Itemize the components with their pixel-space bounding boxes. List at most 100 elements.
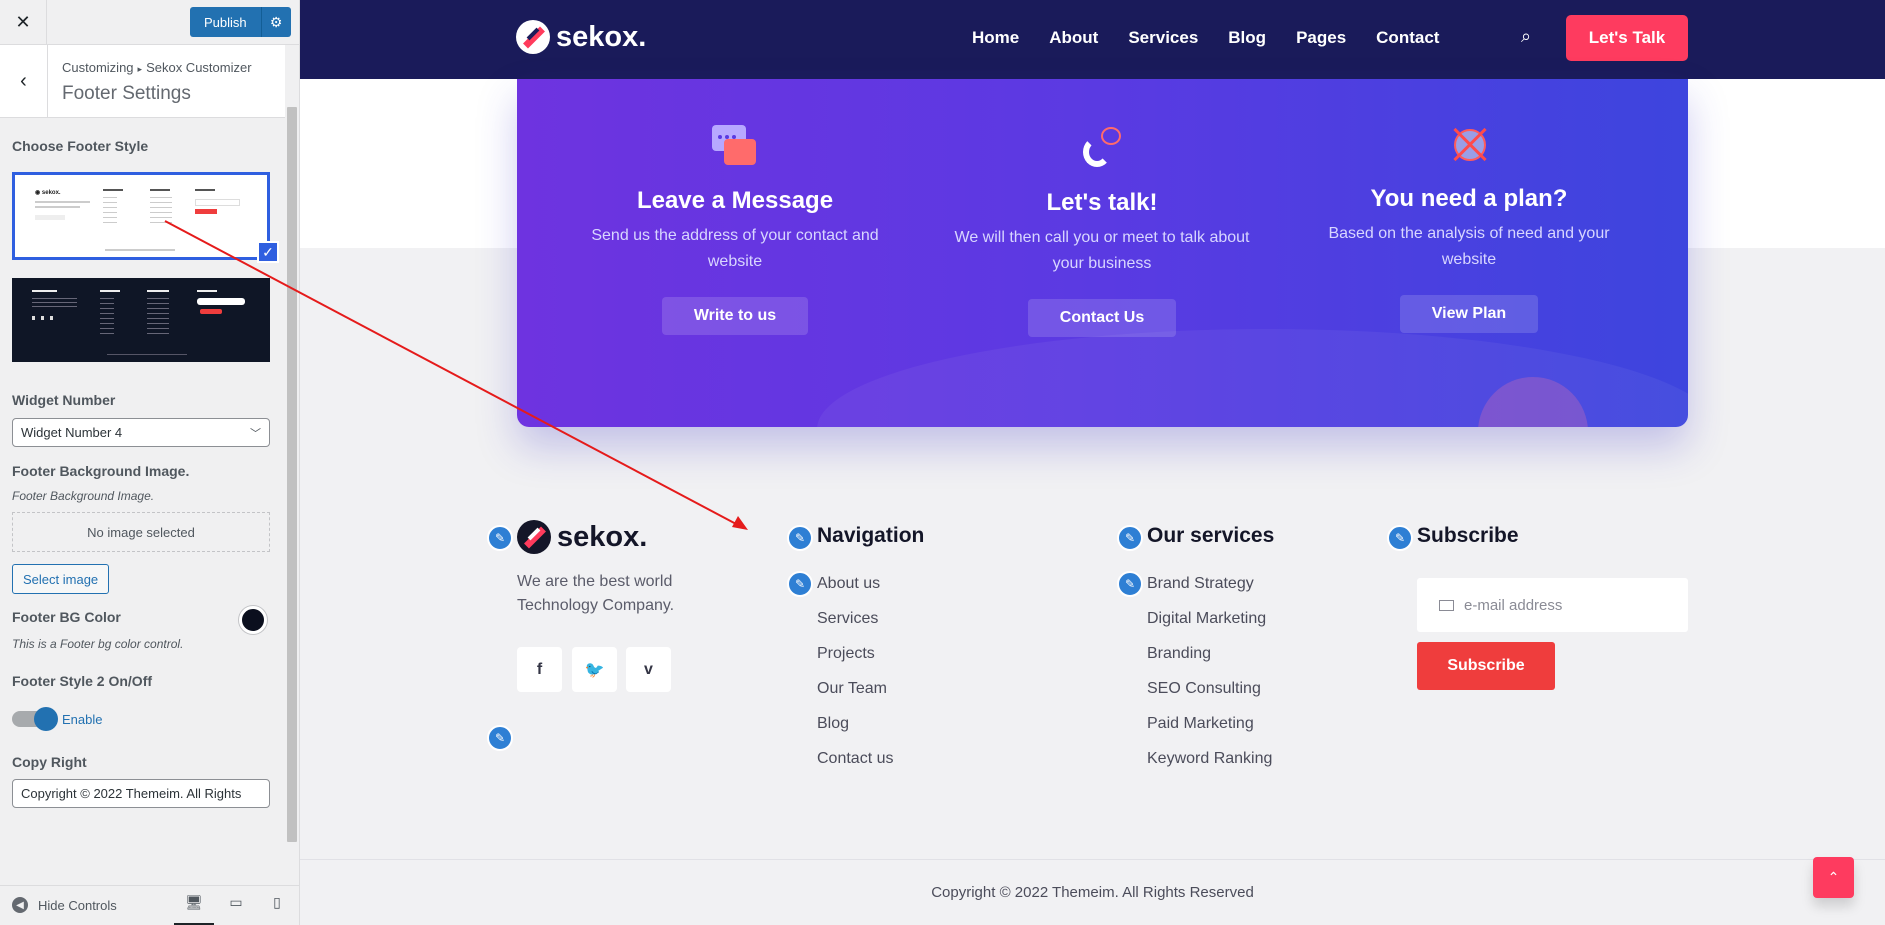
cta-column-plan: You need a plan? Based on the analysis o… [1319,123,1619,333]
cta-title: You need a plan? [1370,185,1568,212]
copyright-label: Copy Right [12,754,87,770]
scrollbar-thumb[interactable] [287,107,297,842]
service-link[interactable]: Keyword Ranking [1147,750,1272,768]
mini-logo: ◉ sekox. [35,190,61,196]
mini-heading [197,290,217,292]
menu-contact[interactable]: Contact [1376,28,1439,48]
menu-home[interactable]: Home [972,28,1019,48]
footer-copyright: Copyright © 2022 Themeim. All Rights Res… [931,884,1254,901]
navigation-heading: Navigation [817,524,925,547]
sidebar-scrollbar[interactable] [285,45,299,875]
no-image-placeholder: No image selected [12,512,270,552]
sidebar-header: ✕ Publish ⚙ [0,0,299,45]
globe-icon [1444,123,1494,167]
write-to-us-button[interactable]: Write to us [661,297,809,335]
mini-input [195,199,240,206]
site-header: sekox. Home About Services Blog Pages Co… [300,0,1885,79]
publish-button[interactable]: Publish [190,7,261,37]
gear-icon[interactable]: ⚙ [260,7,291,37]
footer-link[interactable]: About us [817,575,880,593]
site-logo[interactable]: sekox. [516,20,646,54]
vimeo-icon[interactable]: v [626,647,671,692]
lets-talk-button[interactable]: Let's Talk [1566,15,1688,61]
toggle-knob[interactable] [34,707,58,731]
bg-image-label: Footer Background Image. [12,463,190,479]
footer-link[interactable]: Contact us [817,750,893,768]
section-header: ‹ Customizing ▸ Sekox Customizer Footer Se… [0,45,299,118]
section-title: Footer Settings [62,83,191,104]
hide-controls-button[interactable]: ◀ Hide Controls [12,897,117,913]
scroll-top-button[interactable]: ⌃ [1813,857,1854,898]
footer-style-2-thumb[interactable] [12,278,270,362]
footer-brand-name: sekox. [557,520,648,553]
phone-icon [1077,127,1127,171]
edit-pencil-icon[interactable]: ✎ [1117,571,1143,597]
crumb-separator-icon: ▸ [137,64,143,74]
cta-title: Let's talk! [1046,189,1158,216]
mini-lines [32,298,77,308]
edit-pencil-icon[interactable]: ✎ [787,571,813,597]
bg-color-desc: This is a Footer bg color control. [12,637,184,651]
tablet-icon[interactable]: ▭ [216,894,256,911]
crumb-customizing: Customizing [62,60,134,75]
twitter-icon[interactable]: 🐦 [572,647,617,692]
mini-line [35,201,90,203]
footer-link[interactable]: Projects [817,645,875,663]
service-link[interactable]: Digital Marketing [1147,610,1266,628]
cta-column-message: Leave a Message Send us the address of y… [585,125,885,335]
menu-pages[interactable]: Pages [1296,28,1346,48]
bg-color-swatch[interactable] [239,606,267,634]
choose-style-label: Choose Footer Style [12,138,149,154]
contact-us-button[interactable]: Contact Us [1027,299,1177,337]
footer-logo[interactable]: sekox. [517,520,647,554]
style2-value: Enable [62,712,103,727]
cta-title: Leave a Message [636,187,834,214]
breadcrumb: Customizing ▸ Sekox Customizer [62,60,252,75]
select-image-button[interactable]: Select image [12,564,110,594]
mini-links [100,298,114,334]
main-menu: Home About Services Blog Pages Contact [972,28,1469,48]
service-link[interactable]: Brand Strategy [1147,575,1254,593]
edit-pencil-icon[interactable]: ✎ [787,525,813,551]
service-link[interactable]: Branding [1147,645,1211,663]
view-plan-button[interactable]: View Plan [1399,295,1539,333]
mini-copyright [107,354,187,355]
customizer-window: ✕ Publish ⚙ ‹ Customizing ▸ Sekox Customiz… [0,0,1885,925]
footer-style-1-thumb[interactable]: ◉ sekox. [12,172,270,260]
edit-pencil-icon[interactable]: ✎ [1387,525,1413,551]
mini-copyright [105,249,175,251]
service-link[interactable]: SEO Consulting [1147,680,1261,698]
footer-link[interactable]: Our Team [817,680,887,698]
service-link[interactable]: Paid Marketing [1147,715,1254,733]
widget-number-select[interactable]: Widget Number 4 ﹀ [12,418,270,447]
menu-blog[interactable]: Blog [1228,28,1266,48]
collapse-icon: ◀ [12,897,28,913]
envelope-icon [1439,599,1454,611]
mini-heading [195,189,215,191]
footer-link[interactable]: Services [817,610,878,628]
menu-services[interactable]: Services [1128,28,1198,48]
menu-about[interactable]: About [1049,28,1098,48]
desktop-icon[interactable]: 🖥 [174,894,214,925]
widget-number-label: Widget Number [12,392,116,408]
facebook-icon[interactable]: f [517,647,562,692]
mini-line [35,206,80,208]
widget-number-value: Widget Number 4 [21,425,123,440]
edit-pencil-icon[interactable]: ✎ [1117,525,1143,551]
mini-heading [100,290,120,292]
email-input[interactable]: e-mail address [1417,578,1688,632]
footer-link[interactable]: Blog [817,715,849,733]
subscribe-button[interactable]: Subscribe [1417,642,1555,690]
back-arrow-icon[interactable]: ‹ [0,45,48,117]
close-icon[interactable]: ✕ [0,0,47,44]
bg-image-desc: Footer Background Image. [12,489,155,503]
mini-heading [103,189,123,191]
edit-pencil-icon[interactable]: ✎ [487,525,513,551]
search-icon[interactable]: ⌕ [1521,26,1531,47]
cta-text: Send us the address of your contact and … [591,227,879,270]
services-heading: Our services [1147,524,1275,547]
mobile-icon[interactable]: ▯ [257,894,297,911]
copyright-input[interactable]: Copyright © 2022 Themeim. All Rights [12,779,270,808]
mini-links [103,197,117,225]
edit-pencil-icon[interactable]: ✎ [487,725,513,751]
